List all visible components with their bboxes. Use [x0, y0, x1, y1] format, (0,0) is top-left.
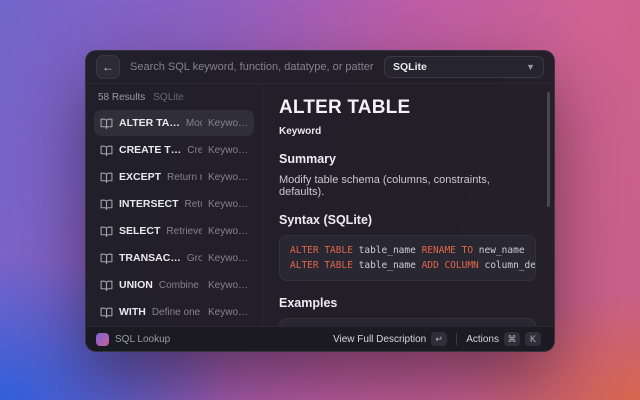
search-bar: ← SQLite ▼ [86, 51, 554, 83]
item-subtitle: Define one or m… [152, 307, 202, 318]
item-badge: Keywo… [208, 226, 248, 237]
item-badge: Keywo… [208, 145, 248, 156]
item-badge: Keywo… [208, 199, 248, 210]
results-sidebar: 58 Results SQLite ALTER TA… Modify ta… K… [86, 84, 263, 326]
app-icon [96, 333, 109, 346]
list-item[interactable]: UNION Combine resul… Keywo… [94, 272, 254, 298]
chevron-down-icon: ▼ [526, 63, 535, 72]
cmd-keycap: ⌘ [504, 332, 520, 346]
back-button[interactable]: ← [96, 55, 120, 79]
arrow-left-icon: ← [102, 60, 114, 74]
examples-heading: Examples [279, 296, 536, 310]
item-title: ALTER TA… [119, 117, 180, 129]
source-dropdown-value: SQLite [393, 61, 526, 73]
item-badge: Keywo… [208, 280, 248, 291]
item-title: UNION [119, 279, 153, 291]
view-full-description-label: View Full Description [333, 334, 426, 345]
item-title: TRANSAC… [119, 252, 181, 264]
code-line: ALTER TABLE table_name ADD COLUMN column… [290, 258, 525, 273]
book-icon [100, 279, 113, 292]
code-keyword: TO [462, 245, 479, 256]
item-subtitle: Return rows f… [167, 172, 202, 183]
item-subtitle: Group st… [187, 253, 202, 264]
item-title: WITH [119, 306, 146, 318]
summary-text: Modify table schema (columns, constraint… [279, 174, 536, 198]
syntax-code-block: ALTER TABLE table_name RENAME TO new_nam… [279, 235, 536, 281]
item-subtitle: Create a… [187, 145, 202, 156]
k-keycap: K [525, 332, 541, 346]
item-subtitle: Return ro… [185, 199, 202, 210]
item-badge: Keywo… [208, 253, 248, 264]
results-count: 58 Results [98, 92, 145, 103]
list-item[interactable]: TRANSAC… Group st… Keywo… [94, 245, 254, 271]
search-input[interactable] [128, 60, 376, 74]
item-subtitle: Modify ta… [186, 118, 202, 129]
results-scope: SQLite [153, 92, 184, 103]
book-icon [100, 117, 113, 130]
item-subtitle: Retrieve colu… [166, 226, 202, 237]
item-subtitle: Combine resul… [159, 280, 202, 291]
actions-button[interactable]: Actions ⌘ K [463, 330, 544, 348]
actions-label: Actions [466, 334, 499, 345]
footer-bar: SQL Lookup View Full Description ↵ Actio… [86, 326, 554, 351]
page-title: ALTER TABLE [279, 97, 536, 119]
item-badge: Keywo… [208, 118, 248, 129]
main-area: 58 Results SQLite ALTER TA… Modify ta… K… [86, 84, 554, 326]
list-item[interactable]: SELECT Retrieve colu… Keywo… [94, 218, 254, 244]
desktop-background: { "colors": { "code_keyword": "#e2664b",… [0, 0, 640, 400]
footer-divider [456, 333, 457, 345]
syntax-heading: Syntax (SQLite) [279, 213, 536, 227]
results-header: 58 Results SQLite [94, 90, 254, 110]
list-item[interactable]: INTERSECT Return ro… Keywo… [94, 191, 254, 217]
list-item[interactable]: WITH Define one or m… Keywo… [94, 299, 254, 325]
book-icon [100, 198, 113, 211]
source-dropdown[interactable]: SQLite ▼ [384, 56, 544, 78]
code-keyword: RENAME [422, 245, 462, 256]
list-item[interactable]: EXCEPT Return rows f… Keywo… [94, 164, 254, 190]
results-list: ALTER TA… Modify ta… Keywo… CREATE T… Cr… [94, 110, 254, 326]
code-keyword: ADD COLUMN [422, 260, 485, 271]
book-icon [100, 225, 113, 238]
enter-keycap: ↵ [431, 332, 447, 346]
code-keyword: ALTER TABLE [290, 245, 359, 256]
item-title: EXCEPT [119, 171, 161, 183]
book-icon [100, 306, 113, 319]
book-icon [100, 144, 113, 157]
item-title: CREATE T… [119, 144, 181, 156]
item-title: INTERSECT [119, 198, 179, 210]
examples-code-block: ALTER TABLE users ADD COLUMN last_login … [279, 318, 536, 326]
list-item[interactable]: ALTER TA… Modify ta… Keywo… [94, 110, 254, 136]
code-keyword: ALTER TABLE [290, 260, 359, 271]
view-full-description-button[interactable]: View Full Description ↵ [330, 330, 450, 348]
code-line: ALTER TABLE table_name RENAME TO new_nam… [290, 243, 525, 258]
sql-lookup-window: ← SQLite ▼ 58 Results SQLite ALTER TA… M… [85, 50, 555, 352]
detail-scrollbar[interactable] [547, 92, 550, 207]
app-name: SQL Lookup [115, 334, 170, 345]
kind-label: Keyword [279, 126, 536, 137]
book-icon [100, 171, 113, 184]
item-title: SELECT [119, 225, 160, 237]
detail-panel: ALTER TABLE Keyword Summary Modify table… [263, 84, 554, 326]
summary-heading: Summary [279, 152, 536, 166]
list-item[interactable]: CREATE T… Create a… Keywo… [94, 137, 254, 163]
item-badge: Keywo… [208, 307, 248, 318]
book-icon [100, 252, 113, 265]
item-badge: Keywo… [208, 172, 248, 183]
